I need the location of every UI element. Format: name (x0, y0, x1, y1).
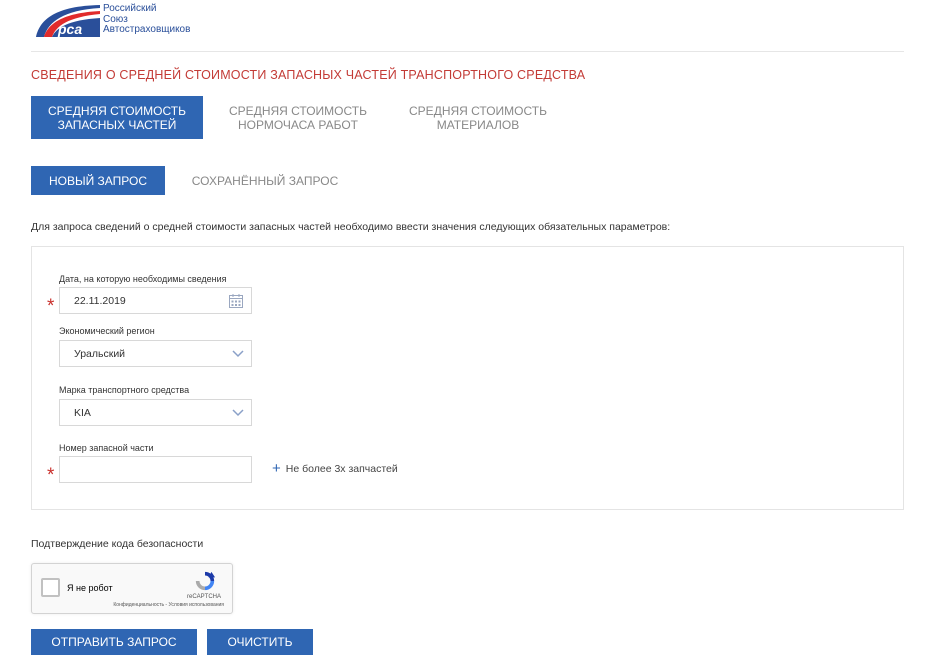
plus-icon: + (272, 460, 281, 477)
captcha-title: Подтверждение кода безопасности (31, 538, 204, 550)
add-part-label: Не более 3х запчастей (285, 463, 398, 475)
date-label: Дата, на которую необходимы сведения (59, 274, 227, 284)
part-number-label: Номер запасной части (59, 443, 154, 453)
brand-value: KIA (74, 406, 91, 419)
tab-parts-cost-line1: СРЕДНЯЯ СТОИМОСТЬ (48, 103, 186, 118)
recaptcha-brand: reCAPTCHA (187, 594, 222, 600)
chevron-down-icon (232, 349, 244, 357)
add-part-link[interactable]: + Не более 3х запчастей (272, 460, 398, 477)
submit-request-button[interactable]: ОТПРАВИТЬ ЗАПРОС (31, 629, 197, 655)
calendar-icon[interactable] (228, 293, 244, 309)
site-header: рса Российский Союз Автостраховщиков (31, 0, 904, 52)
logo-line-3: Автостраховщиков (103, 24, 191, 35)
date-input[interactable]: 22.11.2019 (59, 287, 252, 314)
request-form: Дата, на которую необходимы сведения * 2… (31, 246, 904, 510)
recaptcha-checkbox[interactable] (41, 578, 60, 597)
tab-labor-hour-cost-line1: СРЕДНЯЯ СТОИМОСТЬ (229, 103, 367, 118)
required-mark: * (47, 465, 55, 486)
region-label: Экономический регион (59, 326, 155, 336)
tab-new-request[interactable]: НОВЫЙ ЗАПРОС (31, 166, 165, 195)
part-number-input[interactable] (59, 456, 252, 483)
logo-line-1: Российский (103, 3, 157, 14)
recaptcha-label: Я не робот (67, 583, 113, 593)
logo-abbr: рса (57, 21, 82, 37)
required-mark: * (47, 296, 55, 317)
tab-labor-hour-cost-line2: НОРМОЧАСА РАБОТ (237, 117, 358, 132)
page-title: СВЕДЕНИЯ О СРЕДНЕЙ СТОИМОСТИ ЗАПАСНЫХ ЧА… (31, 68, 586, 82)
logo-text: Российский Союз Автостраховщиков (103, 3, 191, 36)
recaptcha-icon (195, 571, 216, 591)
date-value: 22.11.2019 (74, 294, 126, 307)
tab-parts-cost-line2: ЗАПАСНЫХ ЧАСТЕЙ (57, 117, 177, 132)
tab-materials-cost-line1: СРЕДНЯЯ СТОИМОСТЬ (409, 103, 547, 118)
tab-saved-request[interactable]: СОХРАНЁННЫЙ ЗАПРОС (180, 166, 350, 195)
recaptcha-links[interactable]: Конфиденциальность - Условия использован… (113, 602, 224, 608)
brand-label: Марка транспортного средства (59, 385, 190, 395)
tab-materials-cost[interactable]: СРЕДНЯЯ СТОИМОСТЬ МАТЕРИАЛОВ (392, 96, 564, 139)
clear-button[interactable]: ОЧИСТИТЬ (207, 629, 313, 655)
brand-select[interactable]: KIA (59, 399, 252, 426)
region-select[interactable]: Уральский (59, 340, 252, 367)
region-value: Уральский (74, 347, 126, 360)
tab-labor-hour-cost[interactable]: СРЕДНЯЯ СТОИМОСТЬ НОРМОЧАСА РАБОТ (212, 96, 384, 139)
rsa-logo-mark: рса (36, 5, 100, 37)
tab-parts-cost[interactable]: СРЕДНЯЯ СТОИМОСТЬ ЗАПАСНЫХ ЧАСТЕЙ (31, 96, 203, 139)
rsa-logo[interactable]: рса Российский Союз Автостраховщиков (34, 3, 191, 38)
tab-materials-cost-line2: МАТЕРИАЛОВ (436, 117, 520, 132)
chevron-down-icon (232, 408, 244, 416)
intro-text: Для запроса сведений о средней стоимости… (31, 221, 671, 233)
recaptcha-widget: Я не робот reCAPTCHA Конфиденциальность … (31, 563, 233, 614)
